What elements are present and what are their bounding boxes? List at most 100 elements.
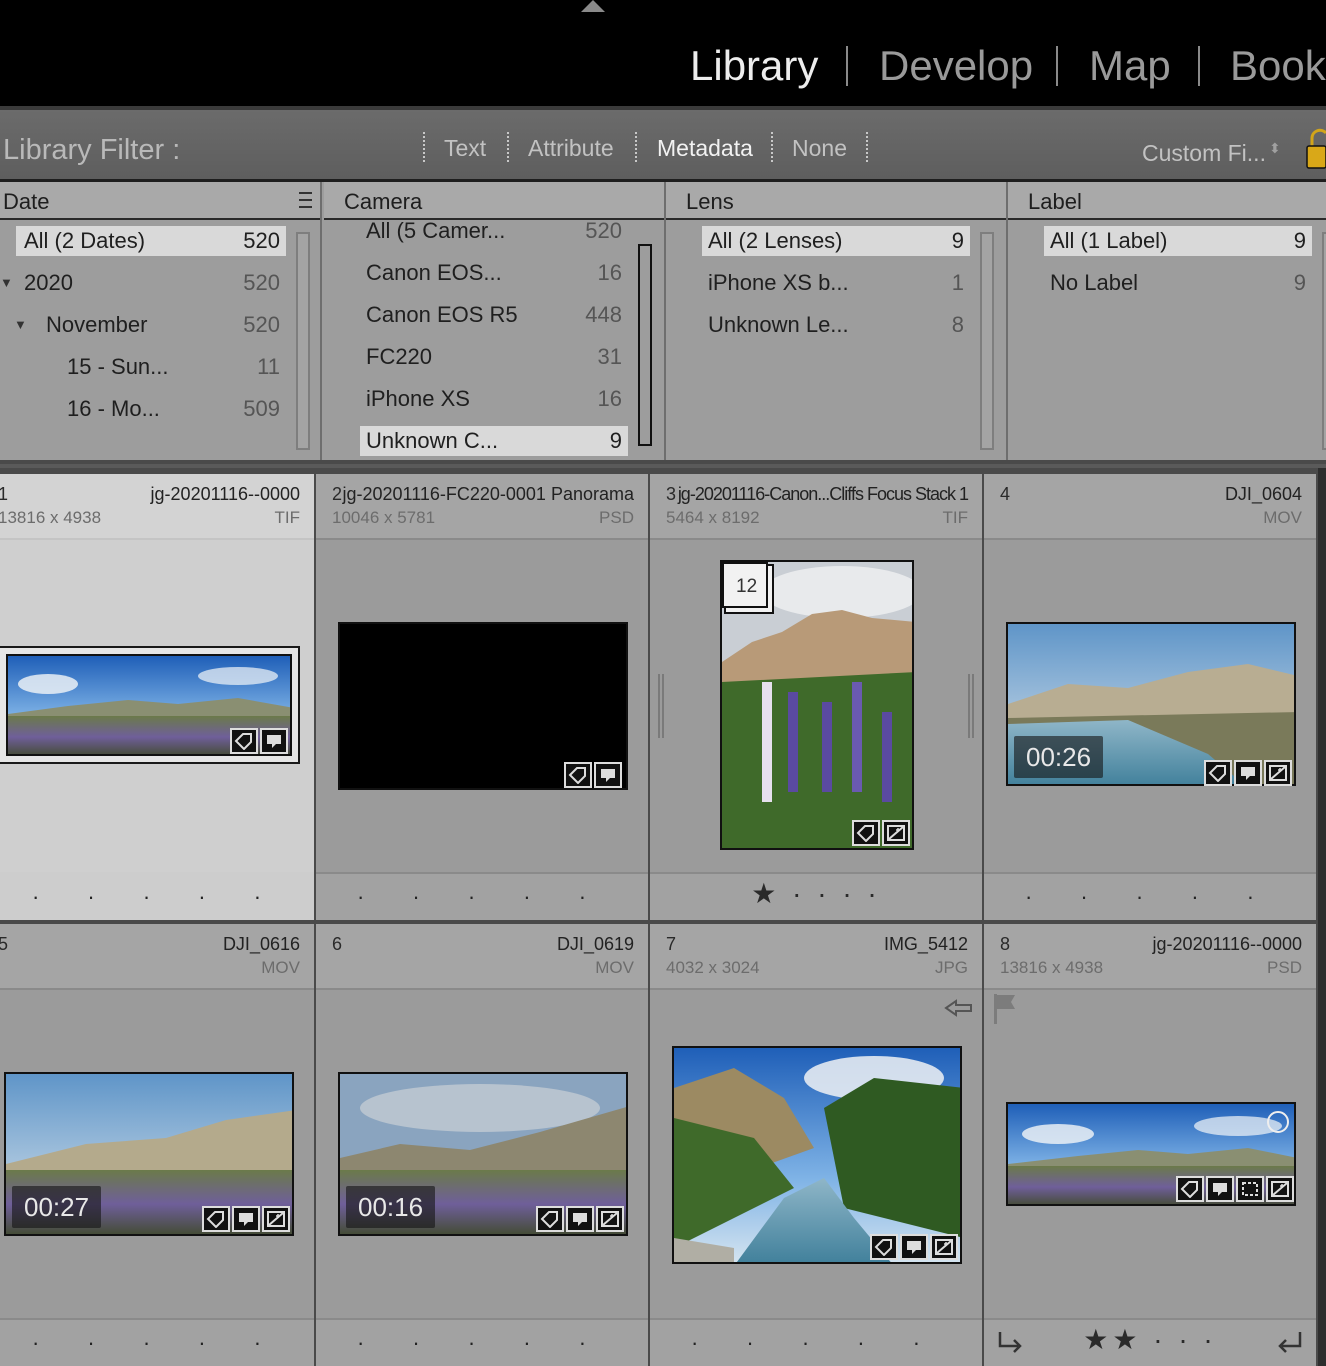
rotate-arrow-icon[interactable] <box>944 998 974 1018</box>
develop-adjustments-icon[interactable] <box>1264 760 1292 786</box>
list-item[interactable]: Canon EOS R5 448 <box>360 300 628 330</box>
metadata-column-date: Date All (2 Dates) 520 ▼ 2020 520 ▼ Nove… <box>0 182 322 460</box>
custom-filter-preset-select[interactable]: Custom Fi... <box>1142 140 1266 167</box>
develop-adjustments-icon[interactable] <box>596 1206 624 1232</box>
video-duration-badge: 00:27 <box>12 1186 102 1228</box>
grid-cell-8[interactable]: 8 jg-20201116--0000 13816 x 4938 PSD ★★ … <box>984 924 1316 1366</box>
column-header-label: Date <box>3 189 50 214</box>
filter-tab-none[interactable]: None <box>792 135 847 162</box>
keyword-tag-icon[interactable] <box>1204 760 1232 786</box>
list-item[interactable]: All (5 Camer... 520 <box>360 216 628 246</box>
star-rating[interactable]: · · · · · <box>650 1330 982 1356</box>
list-item[interactable]: iPhone XS b... 1 <box>702 268 970 298</box>
list-item[interactable]: Unknown C... 9 <box>360 426 628 456</box>
grid-cell-6[interactable]: 6 DJI_0619 MOV 00:16 · · · · · <box>316 924 648 1366</box>
filter-tab-text[interactable]: Text <box>444 135 486 162</box>
cell-header: 3 jg-20201116-Canon...Cliffs Focus Stack… <box>650 474 982 540</box>
list-item[interactable]: All (2 Lenses) 9 <box>702 226 970 256</box>
star-rating[interactable]: · · · · · <box>0 884 314 910</box>
develop-adjustments-icon[interactable] <box>1266 1176 1294 1202</box>
disclosure-triangle-icon[interactable]: ▼ <box>0 268 13 298</box>
star-rating[interactable]: ★ · · · · <box>650 877 982 910</box>
cell-header: 8 jg-20201116--0000 13816 x 4938 PSD <box>984 924 1316 990</box>
star-rating[interactable]: · · · · · <box>0 1330 314 1356</box>
keyword-tag-icon[interactable] <box>870 1234 898 1260</box>
grid-scrollbar[interactable] <box>1318 468 1326 1366</box>
keyword-tag-icon[interactable] <box>852 820 880 846</box>
develop-adjustments-icon[interactable] <box>882 820 910 846</box>
metadata-column-header: Lens <box>666 182 1006 220</box>
badge-group <box>852 820 910 846</box>
comment-icon[interactable] <box>1234 760 1262 786</box>
grid-cell-1[interactable]: 1 jg-20201116--0000 13816 x 4938 TIF · ·… <box>0 474 314 920</box>
badge-group <box>564 762 622 788</box>
module-map[interactable]: Map <box>1089 38 1171 94</box>
module-develop[interactable]: Develop <box>879 38 1033 94</box>
grid-cell-7[interactable]: 7 IMG_5412 4032 x 3024 JPG · · · · · <box>650 924 982 1366</box>
thumbnail-image[interactable] <box>672 1046 962 1264</box>
grid-cell-2[interactable]: 2 jg-20201116-FC220-0001 Panorama 10046 … <box>316 474 648 920</box>
stack-collapse-handle[interactable] <box>658 674 664 738</box>
list-item[interactable]: ▼ 2020 520 <box>0 268 286 298</box>
keyword-tag-icon[interactable] <box>202 1206 230 1232</box>
list-item[interactable]: FC220 31 <box>360 342 628 372</box>
cell-header: 4 DJI_0604 MOV <box>984 474 1316 540</box>
disclosure-triangle-icon[interactable]: ▼ <box>14 310 27 340</box>
cell-footer: ★★ · · · <box>984 1318 1316 1366</box>
list-item[interactable]: ▼ November 520 <box>14 310 286 340</box>
list-item[interactable]: No Label 9 <box>1044 268 1312 298</box>
comment-icon[interactable] <box>260 728 288 754</box>
stack-expand-handle[interactable] <box>968 674 974 738</box>
keyword-tag-icon[interactable] <box>564 762 592 788</box>
column-header-label: Camera <box>344 189 423 214</box>
list-item[interactable]: 15 - Sun... 11 <box>16 352 286 382</box>
cell-footer: · · · · · <box>0 1318 314 1366</box>
crop-icon[interactable] <box>1236 1176 1264 1202</box>
list-item[interactable]: Unknown Le... 8 <box>702 310 970 340</box>
develop-adjustments-icon[interactable] <box>262 1206 290 1232</box>
develop-adjustments-icon[interactable] <box>930 1234 958 1260</box>
comment-icon[interactable] <box>594 762 622 788</box>
rotate-right-icon[interactable] <box>1274 1328 1306 1360</box>
filter-tab-metadata[interactable]: Metadata <box>657 135 753 162</box>
thumbnail-grid: 1 jg-20201116--0000 13816 x 4938 TIF · ·… <box>0 468 1326 1366</box>
star-rating[interactable]: ★★ · · · <box>984 1323 1316 1356</box>
scrollbar[interactable] <box>638 244 652 446</box>
comment-icon[interactable] <box>566 1206 594 1232</box>
module-library[interactable]: Library <box>690 38 818 94</box>
cell-footer: · · · · · <box>316 872 648 920</box>
comment-icon[interactable] <box>900 1234 928 1260</box>
star-rating[interactable]: · · · · · <box>316 1330 648 1356</box>
metadata-column-lens: Lens All (2 Lenses) 9 iPhone XS b... 1 U… <box>666 182 1008 460</box>
grid-cell-5[interactable]: 5 DJI_0616 MOV 00:27 · · · · · <box>0 924 314 1366</box>
scrollbar[interactable] <box>296 232 310 450</box>
comment-icon[interactable] <box>1206 1176 1234 1202</box>
comment-icon[interactable] <box>232 1206 260 1232</box>
flag-icon[interactable] <box>992 992 1018 1026</box>
module-separator <box>1198 46 1200 86</box>
badge-group <box>1176 1176 1294 1202</box>
column-menu-icon[interactable] <box>299 192 312 208</box>
grid-cell-3[interactable]: 3 jg-20201116-Canon...Cliffs Focus Stack… <box>650 474 982 920</box>
stack-count-badge[interactable]: 12 <box>722 562 768 608</box>
filter-tab-attribute[interactable]: Attribute <box>528 135 614 162</box>
keyword-tag-icon[interactable] <box>536 1206 564 1232</box>
scrollbar[interactable] <box>1322 232 1326 450</box>
list-item[interactable]: Canon EOS... 16 <box>360 258 628 288</box>
list-item[interactable]: All (1 Label) 9 <box>1044 226 1312 256</box>
keyword-tag-icon[interactable] <box>1176 1176 1204 1202</box>
list-item[interactable]: All (2 Dates) 520 <box>16 226 286 256</box>
lock-icon[interactable] <box>1306 128 1326 170</box>
star-rating[interactable]: · · · · · <box>984 884 1316 910</box>
module-book[interactable]: Book <box>1230 38 1326 94</box>
star-rating[interactable]: · · · · · <box>316 884 648 910</box>
list-item[interactable]: 16 - Mo... 509 <box>16 394 286 424</box>
filter-separator <box>771 132 773 162</box>
module-separator <box>1056 46 1058 86</box>
scrollbar[interactable] <box>980 232 994 450</box>
keyword-tag-icon[interactable] <box>230 728 258 754</box>
collapse-top-panel-icon[interactable] <box>581 0 605 12</box>
grid-cell-4[interactable]: 4 DJI_0604 MOV 00:26 · · · · · <box>984 474 1316 920</box>
list-item[interactable]: iPhone XS 16 <box>360 384 628 414</box>
metadata-browser: Date All (2 Dates) 520 ▼ 2020 520 ▼ Nove… <box>0 182 1326 464</box>
